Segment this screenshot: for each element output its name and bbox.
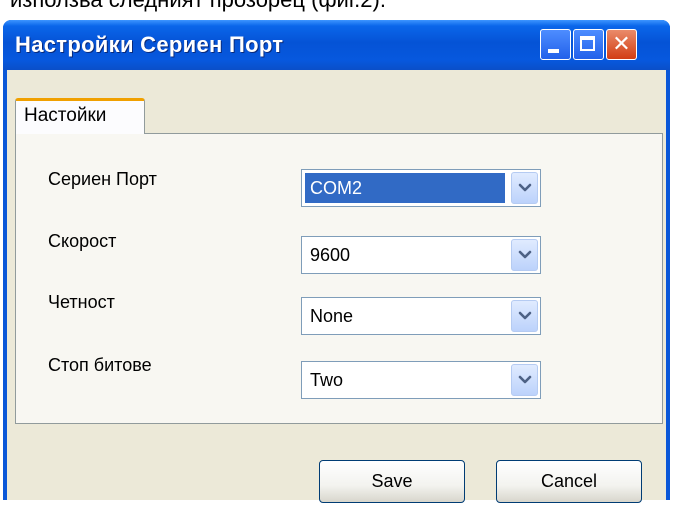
- parity-dropdown-button[interactable]: [511, 300, 538, 332]
- stop-bits-dropdown-button[interactable]: [511, 364, 538, 396]
- parity-dropdown[interactable]: None: [301, 297, 541, 335]
- title-bar[interactable]: Настройки Сериен Порт ✕: [3, 20, 670, 70]
- parity-label: Четност: [48, 292, 115, 312]
- parity-value: None: [310, 306, 354, 326]
- serial-port-label: Сериен Порт: [48, 169, 157, 189]
- window-title: Настройки Сериен Порт: [15, 32, 284, 57]
- chevron-down-icon: [518, 183, 531, 192]
- serial-port-value: COM2: [305, 173, 505, 203]
- maximize-button[interactable]: [573, 29, 604, 60]
- baud-rate-label: Скорост: [48, 231, 117, 251]
- stop-bits-dropdown[interactable]: Two: [301, 361, 541, 399]
- chevron-down-icon: [518, 311, 531, 320]
- cancel-button[interactable]: Cancel: [496, 460, 642, 503]
- maximize-icon: [580, 36, 595, 51]
- chevron-down-icon: [518, 250, 531, 259]
- serial-port-dropdown[interactable]: COM2: [301, 169, 541, 207]
- dialog-client-area: Настойки Сериен Порт COM2 Скорост 9600 Ч…: [7, 70, 666, 503]
- settings-dialog: Настройки Сериен Порт ✕ Настойки Сериен …: [3, 20, 670, 503]
- document-background-text: използва следният прозорец (фиг.2).: [10, 0, 386, 12]
- close-icon: ✕: [612, 31, 631, 57]
- stop-bits-value: Two: [310, 370, 344, 390]
- tab-settings-label: Настойки: [24, 105, 107, 126]
- baud-rate-value: 9600: [310, 245, 351, 265]
- close-button[interactable]: ✕: [606, 29, 637, 60]
- stop-bits-label: Стоп битове: [48, 355, 152, 375]
- tab-settings[interactable]: Настойки: [15, 98, 145, 134]
- serial-port-dropdown-button[interactable]: [511, 172, 538, 204]
- save-button[interactable]: Save: [319, 460, 465, 503]
- minimize-icon: [548, 49, 559, 53]
- minimize-button[interactable]: [540, 29, 571, 60]
- chevron-down-icon: [518, 375, 531, 384]
- baud-rate-dropdown-button[interactable]: [511, 239, 538, 271]
- baud-rate-dropdown[interactable]: 9600: [301, 236, 541, 274]
- tab-panel: Сериен Порт COM2 Скорост 9600 Четност No…: [15, 133, 663, 424]
